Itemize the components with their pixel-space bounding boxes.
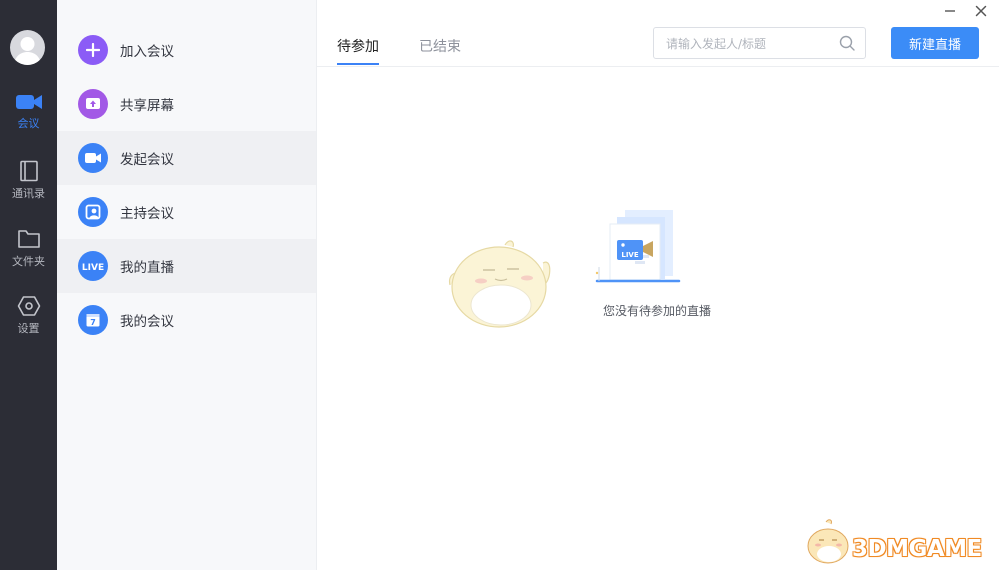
menu-item-label: 主持会议 <box>120 206 174 222</box>
tabs-bar: 待参加 已结束 新建直播 <box>317 0 999 67</box>
share-screen-icon <box>78 89 108 119</box>
search-box[interactable] <box>653 27 866 59</box>
menu-item-my-meetings[interactable]: 7 我的会议 <box>57 293 316 347</box>
contacts-book-icon <box>19 160 38 182</box>
rail-item-label: 通讯录 <box>12 187 45 200</box>
close-icon[interactable] <box>974 4 988 18</box>
active-tab-indicator <box>337 63 379 65</box>
minimize-icon[interactable] <box>943 4 957 18</box>
watermark-logo: 3DMGAME <box>852 536 982 562</box>
menu-item-share-screen[interactable]: 共享屏幕 <box>57 77 316 131</box>
menu-item-label: 我的会议 <box>120 314 174 330</box>
host-icon <box>78 197 108 227</box>
rail-item-label: 设置 <box>17 322 40 335</box>
tab-upcoming[interactable]: 待参加 <box>337 36 379 56</box>
hexagon-settings-icon <box>17 296 40 316</box>
menu-item-start-meeting[interactable]: 发起会议 <box>57 131 316 185</box>
empty-state-message: 您没有待参加的直播 <box>602 304 711 318</box>
menu-item-label: 发起会议 <box>120 152 174 168</box>
avatar[interactable] <box>10 30 45 65</box>
rail-item-contacts[interactable]: 通讯录 <box>0 160 57 212</box>
main-panel: 待参加 已结束 新建直播 <box>317 0 999 570</box>
watermark-mascot-image <box>807 519 849 564</box>
folder-icon <box>17 230 40 248</box>
rail-item-label: 文件夹 <box>12 255 45 268</box>
live-icon: LIVE <box>78 251 108 281</box>
menu-item-host-meeting[interactable]: 主持会议 <box>57 185 316 239</box>
rail-item-label: 会议 <box>17 117 40 130</box>
menu-item-my-live[interactable]: LIVE 我的直播 <box>57 239 316 293</box>
calendar-icon: 7 <box>78 305 108 335</box>
video-camera-icon <box>15 95 42 109</box>
svg-text:LIVE: LIVE <box>82 263 104 272</box>
menu-item-label: 共享屏幕 <box>120 98 174 114</box>
nav-rail: 会议 通讯录 文件夹 设置 <box>0 0 57 570</box>
live-badge: LIVE <box>621 251 638 259</box>
svg-text:7: 7 <box>90 318 96 327</box>
menu-item-label: 我的直播 <box>120 260 174 276</box>
tab-ended[interactable]: 已结束 <box>419 36 461 56</box>
search-icon[interactable] <box>839 35 855 51</box>
user-silhouette-icon <box>14 37 41 65</box>
search-input[interactable] <box>664 35 834 53</box>
mascot-image <box>448 240 551 328</box>
rail-item-folder[interactable]: 文件夹 <box>0 228 57 280</box>
video-icon <box>78 143 108 173</box>
rail-item-meeting[interactable]: 会议 <box>0 92 57 144</box>
new-live-button-label: 新建直播 <box>908 37 961 53</box>
menu-item-join-meeting[interactable]: 加入会议 <box>57 23 316 77</box>
app-window: 会议 通讯录 文件夹 设置 加入会议 共享屏幕 发起会议 主持会议 LIVE 我… <box>0 0 999 570</box>
plus-icon <box>78 35 108 65</box>
new-live-button[interactable]: 新建直播 <box>891 27 979 59</box>
menu-item-label: 加入会议 <box>120 44 174 60</box>
live-document-image: LIVE <box>595 210 681 283</box>
feature-menu: 加入会议 共享屏幕 发起会议 主持会议 LIVE 我的直播 7 我的会议 <box>57 0 317 570</box>
rail-item-settings[interactable]: 设置 <box>0 295 57 347</box>
